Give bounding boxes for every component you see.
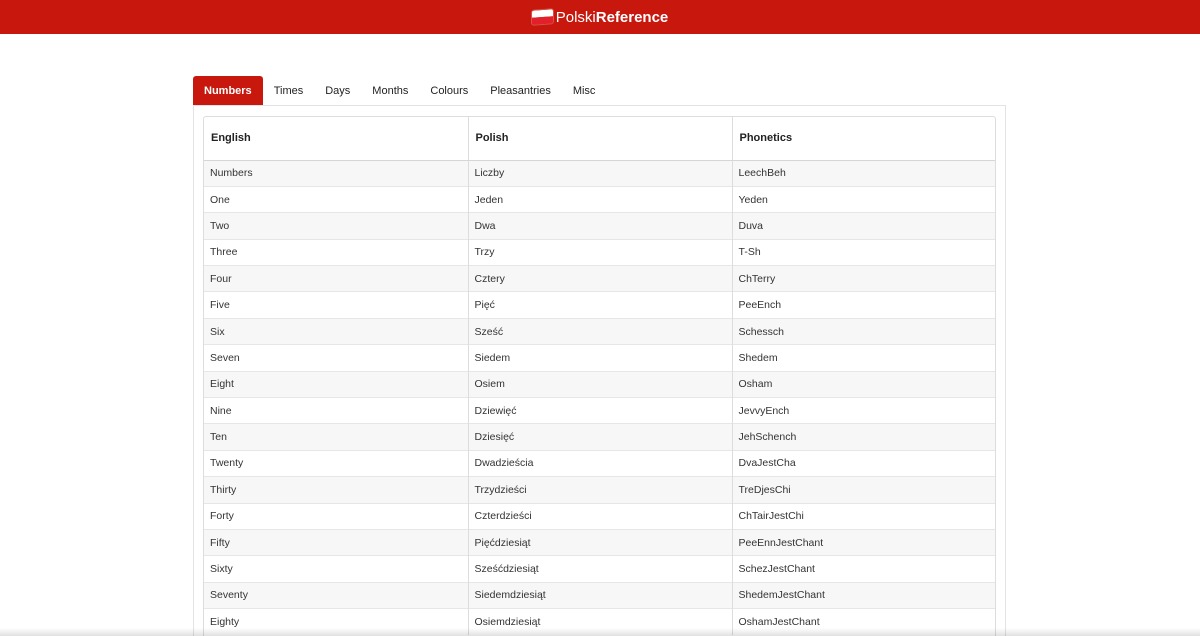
column-header-phonetics: Phonetics: [731, 117, 995, 161]
table-row: Six Sześć Schessch: [204, 317, 995, 345]
cell-phonetics: LeechBeh: [731, 159, 995, 187]
table-row: Seven Siedem Shedem: [204, 344, 995, 372]
table-row: Ten Dziesięć JehSchench: [204, 423, 995, 451]
cell-polish: Dziewięć: [467, 397, 732, 424]
cell-english: Seventy: [204, 581, 468, 609]
category-tabs: Numbers Times Days Months Colours Pleasantrie…: [193, 76, 606, 105]
cell-phonetics: SchezJestChant: [731, 555, 995, 583]
cell-english: Four: [204, 265, 468, 292]
cell-polish: Dwadzieścia: [467, 449, 732, 477]
cell-english: Seven: [204, 344, 468, 372]
table-row: Numbers Liczby LeechBeh: [204, 159, 995, 187]
cell-english: Eight: [204, 370, 468, 398]
cell-phonetics: Yeden: [731, 185, 995, 213]
cell-phonetics: ShedemJestChant: [731, 581, 995, 609]
brand-name-bold: Reference: [595, 8, 669, 26]
column-header-polish: Polish: [467, 117, 732, 161]
bottom-shadow: [0, 628, 1200, 636]
cell-english: Six: [204, 317, 468, 345]
tab-times[interactable]: Times: [263, 76, 315, 105]
table-row: Eight Osiem Osham: [204, 370, 995, 398]
cell-polish: Trzydzieści: [467, 476, 732, 504]
cell-english: Fifty: [204, 528, 468, 556]
cell-phonetics: Duva: [731, 212, 995, 240]
cell-english: Thirty: [204, 476, 468, 504]
table-row: Nine Dziewięć JevvyEnch: [204, 397, 995, 424]
tab-months[interactable]: Months: [361, 76, 419, 105]
top-navbar: Polski Reference: [0, 0, 1200, 34]
cell-polish: Czterdzieści: [467, 502, 732, 530]
cell-english: Numbers: [204, 159, 468, 187]
cell-polish: Dwa: [467, 212, 732, 240]
vocabulary-table: English Polish Phonetics Numbers Liczby Le…: [204, 117, 995, 636]
table-row: Sixty Sześćdziesiąt SchezJestChant: [204, 555, 995, 583]
table-row: Three Trzy T-Sh: [204, 238, 995, 266]
cell-phonetics: PeeEnnJestChant: [731, 528, 995, 556]
cell-english: Ten: [204, 423, 468, 451]
table-row: Thirty Trzydzieści TreDjesChi: [204, 476, 995, 504]
cell-english: Forty: [204, 502, 468, 530]
table-row: Fifty Pięćdziesiąt PeeEnnJestChant: [204, 528, 995, 556]
cell-polish: Pięć: [467, 291, 732, 319]
cell-english: Two: [204, 212, 468, 240]
polish-flag-icon: [531, 9, 553, 25]
cell-polish: Trzy: [467, 238, 732, 266]
brand-name-light: Polski: [555, 8, 596, 26]
cell-polish: Sześć: [467, 317, 732, 345]
cell-polish: Siedemdziesiąt: [467, 581, 732, 609]
tab-numbers[interactable]: Numbers: [193, 76, 263, 105]
cell-polish: Cztery: [467, 265, 732, 292]
table-row: One Jeden Yeden: [204, 185, 995, 213]
cell-english: Nine: [204, 397, 468, 424]
table-row: Twenty Dwadzieścia DvaJestCha: [204, 449, 995, 477]
vocabulary-table-wrapper: English Polish Phonetics Numbers Liczby Le…: [203, 116, 996, 636]
cell-phonetics: PeeEnch: [731, 291, 995, 319]
cell-english: Three: [204, 238, 468, 266]
cell-phonetics: T-Sh: [731, 238, 995, 266]
table-row: Seventy Siedemdziesiąt ShedemJestChant: [204, 581, 995, 609]
tab-misc[interactable]: Misc: [562, 76, 607, 105]
cell-polish: Siedem: [467, 344, 732, 372]
table-row: Forty Czterdzieści ChTairJestChi: [204, 502, 995, 530]
tab-pleasantries[interactable]: Pleasantries: [479, 76, 562, 105]
cell-polish: Dziesięć: [467, 423, 732, 451]
cell-english: Sixty: [204, 555, 468, 583]
tab-colours[interactable]: Colours: [419, 76, 479, 105]
column-header-english: English: [204, 117, 468, 161]
cell-phonetics: Schessch: [731, 317, 995, 345]
cell-phonetics: JehSchench: [731, 423, 995, 451]
cell-polish: Jeden: [467, 185, 732, 213]
table-row: Two Dwa Duva: [204, 212, 995, 240]
cell-phonetics: ChTerry: [731, 265, 995, 292]
cell-polish: Sześćdziesiąt: [467, 555, 732, 583]
cell-polish: Liczby: [467, 159, 732, 187]
table-row: Five Pięć PeeEnch: [204, 291, 995, 319]
cell-phonetics: Shedem: [731, 344, 995, 372]
cell-english: One: [204, 185, 468, 213]
brand-logo[interactable]: Polski Reference: [531, 8, 669, 26]
cell-phonetics: DvaJestCha: [731, 449, 995, 477]
cell-phonetics: ChTairJestChi: [731, 502, 995, 530]
cell-phonetics: Osham: [731, 370, 995, 398]
cell-phonetics: TreDjesChi: [731, 476, 995, 504]
cell-polish: Osiem: [467, 370, 732, 398]
table-row: Four Cztery ChTerry: [204, 265, 995, 292]
cell-english: Twenty: [204, 449, 468, 477]
cell-polish: Pięćdziesiąt: [467, 528, 732, 556]
cell-english: Five: [204, 291, 468, 319]
cell-phonetics: JevvyEnch: [731, 397, 995, 424]
tab-days[interactable]: Days: [314, 76, 361, 105]
table-header-row: English Polish Phonetics: [204, 117, 995, 161]
